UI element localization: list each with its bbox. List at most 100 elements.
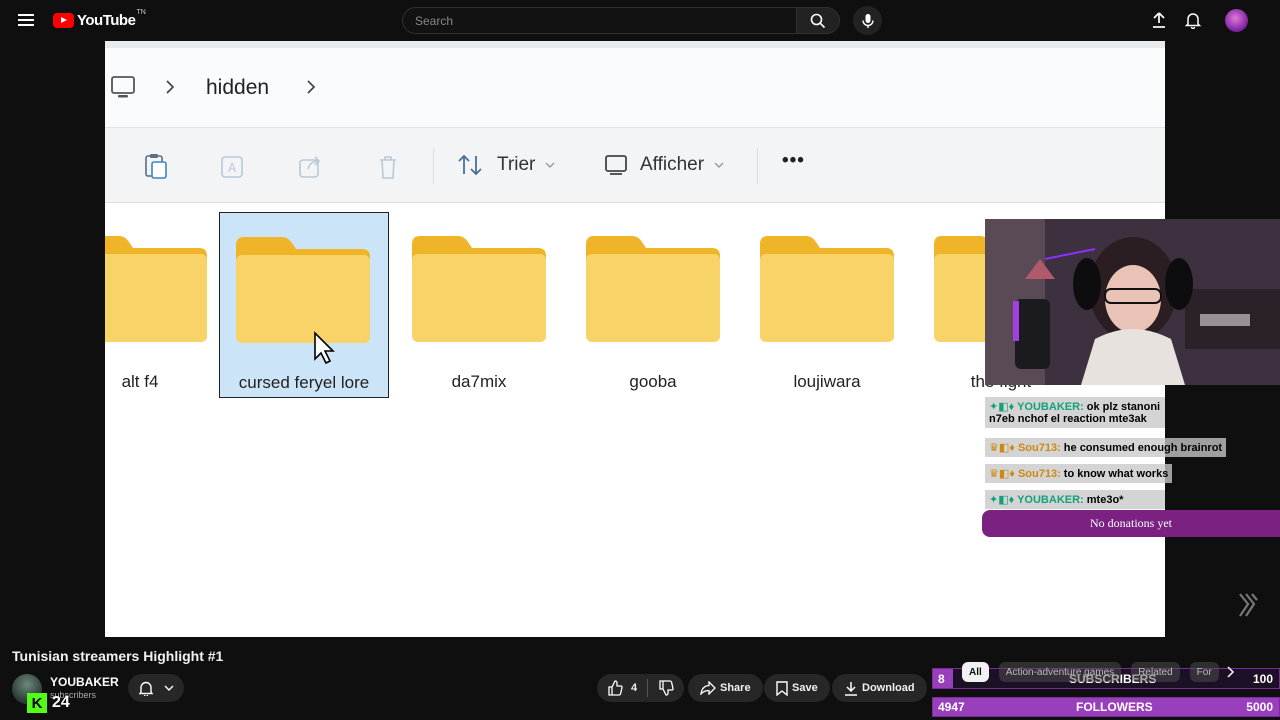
folder-label: loujiwara — [793, 372, 861, 391]
logo-text: YouTube — [77, 12, 136, 29]
sort-label: Trier — [497, 154, 536, 175]
logo-country-code: TN — [136, 9, 146, 16]
kick-viewer-count: 24 — [52, 694, 70, 711]
folder-alt-f4[interactable]: alt f4 — [105, 212, 225, 398]
svg-text:A: A — [228, 161, 237, 175]
thumbs-down-icon — [659, 680, 674, 696]
sort-button[interactable]: Trier — [457, 153, 555, 177]
followers-goal-bar: 4947 FOLLOWERS 5000 — [932, 697, 1280, 717]
more-options-button[interactable]: ••• — [782, 150, 805, 172]
crown-icon: ♛◧♦ — [989, 468, 1015, 480]
share-icon[interactable] — [298, 154, 324, 180]
this-pc-icon — [111, 76, 135, 98]
chat-username: Sou713: — [1017, 442, 1061, 454]
chevron-right-icon[interactable] — [1225, 666, 1235, 678]
voice-search-button[interactable] — [853, 6, 882, 35]
dislike-button[interactable] — [648, 674, 684, 702]
rename-icon[interactable]: A — [220, 154, 246, 180]
share-label: Share — [720, 682, 751, 694]
streamer-webcam — [985, 219, 1280, 385]
chip-all[interactable]: All — [962, 662, 989, 682]
watermark-logo-icon — [1239, 593, 1258, 617]
chat-username: Sou713: — [1017, 468, 1061, 480]
subscribers-current: 8 — [938, 672, 945, 686]
chevron-right-icon — [307, 80, 316, 94]
folder-cursed-feryel-lore[interactable]: cursed feryel lore — [219, 212, 389, 398]
download-icon — [845, 681, 857, 696]
share-arrow-icon — [700, 681, 716, 695]
toolbar-divider — [757, 148, 758, 184]
video-title: Tunisian streamers Highlight #1 — [12, 648, 224, 664]
youtube-header: YouTube TN — [0, 0, 1280, 41]
search-input[interactable] — [403, 8, 796, 33]
bookmark-icon — [776, 680, 788, 696]
chip-for-you[interactable]: For — [1189, 662, 1219, 682]
bell-icon — [1185, 13, 1201, 29]
search-icon — [810, 13, 826, 28]
subscription-bell-button[interactable] — [128, 674, 184, 702]
menu-icon[interactable] — [18, 14, 34, 26]
chat-text: to know what works — [1063, 468, 1169, 480]
channel-name[interactable]: YOUBAKER — [50, 675, 119, 689]
command-bar: A Trier Afficher ••• — [105, 128, 1165, 203]
chip-action-adventure-games[interactable]: Action-adventure games — [998, 662, 1122, 682]
delete-icon[interactable] — [376, 153, 400, 181]
search-button[interactable] — [796, 7, 840, 34]
like-count: 4 — [631, 682, 638, 694]
microphone-icon — [861, 13, 874, 28]
download-label: Download — [862, 682, 915, 694]
view-button[interactable]: Afficher — [604, 153, 724, 177]
upload-icon — [1153, 12, 1165, 28]
followers-target: 5000 — [1246, 700, 1273, 714]
chat-message: ♛◧♦ Sou713: he consumed enough brainrot — [985, 438, 1227, 457]
toolbar-divider — [433, 148, 434, 184]
folder-loujiwara[interactable]: loujiwara — [742, 212, 912, 398]
chip-related[interactable]: Related — [1131, 662, 1180, 682]
followers-goal-label: FOLLOWERS — [1076, 700, 1153, 714]
search-field[interactable] — [402, 7, 796, 34]
youtube-logo[interactable]: YouTube TN — [53, 9, 146, 29]
save-button[interactable]: Save — [764, 674, 830, 702]
account-avatar[interactable] — [1225, 9, 1248, 32]
folder-label: cursed feryel lore — [238, 373, 370, 392]
breadcrumb-hidden[interactable]: hidden — [206, 76, 269, 100]
subscribers-target: 100 — [1252, 672, 1273, 686]
webcam-scene — [985, 219, 1280, 385]
paste-icon[interactable] — [143, 152, 169, 180]
monitor-icon — [605, 155, 627, 175]
youtube-play-icon — [53, 13, 74, 28]
folder-label: da7mix — [451, 372, 507, 391]
sort-arrows-icon — [458, 154, 482, 176]
crown-icon: ♛◧♦ — [989, 442, 1015, 454]
folder-icon — [586, 236, 720, 342]
chat-username: YOUBAKER: — [1017, 401, 1084, 413]
folder-label: gooba — [629, 372, 677, 391]
chat-message: ♛◧♦ Sou713: to know what works — [985, 464, 1173, 483]
related-chips: All Action-adventure games Related For — [962, 661, 1235, 683]
mouse-cursor-icon — [314, 331, 335, 365]
like-button[interactable]: 4 — [597, 674, 647, 702]
share-button[interactable]: Share — [688, 674, 763, 702]
folder-da7mix[interactable]: da7mix — [394, 212, 564, 398]
chat-text: mte3o* — [1086, 494, 1124, 506]
like-dislike-group: 4 — [597, 674, 684, 702]
chat-username: YOUBAKER: — [1017, 494, 1084, 506]
download-button[interactable]: Download — [832, 674, 927, 702]
folder-icon — [105, 236, 207, 342]
chat-message: ✦◧♦ YOUBAKER: ok plz stanoni n7eb nchof … — [985, 397, 1165, 428]
address-bar: hidden — [105, 48, 1165, 128]
folder-icon — [236, 237, 370, 343]
window-top-strip — [105, 41, 1165, 48]
chevron-down-icon — [714, 162, 724, 168]
notifications-button[interactable] — [1184, 11, 1202, 29]
chat-message: ✦◧♦ YOUBAKER: mte3o* — [985, 490, 1165, 509]
view-label: Afficher — [640, 154, 705, 175]
donations-banner: No donations yet — [982, 510, 1280, 537]
chevron-down-icon — [164, 685, 174, 691]
chat-badge-icon: ✦◧♦ — [989, 401, 1015, 413]
followers-current: 4947 — [938, 700, 965, 714]
folder-gooba[interactable]: gooba — [568, 212, 738, 398]
folder-label: alt f4 — [121, 372, 159, 391]
chat-badge-icon: ✦◧♦ — [989, 494, 1015, 506]
create-button[interactable] — [1150, 11, 1168, 29]
